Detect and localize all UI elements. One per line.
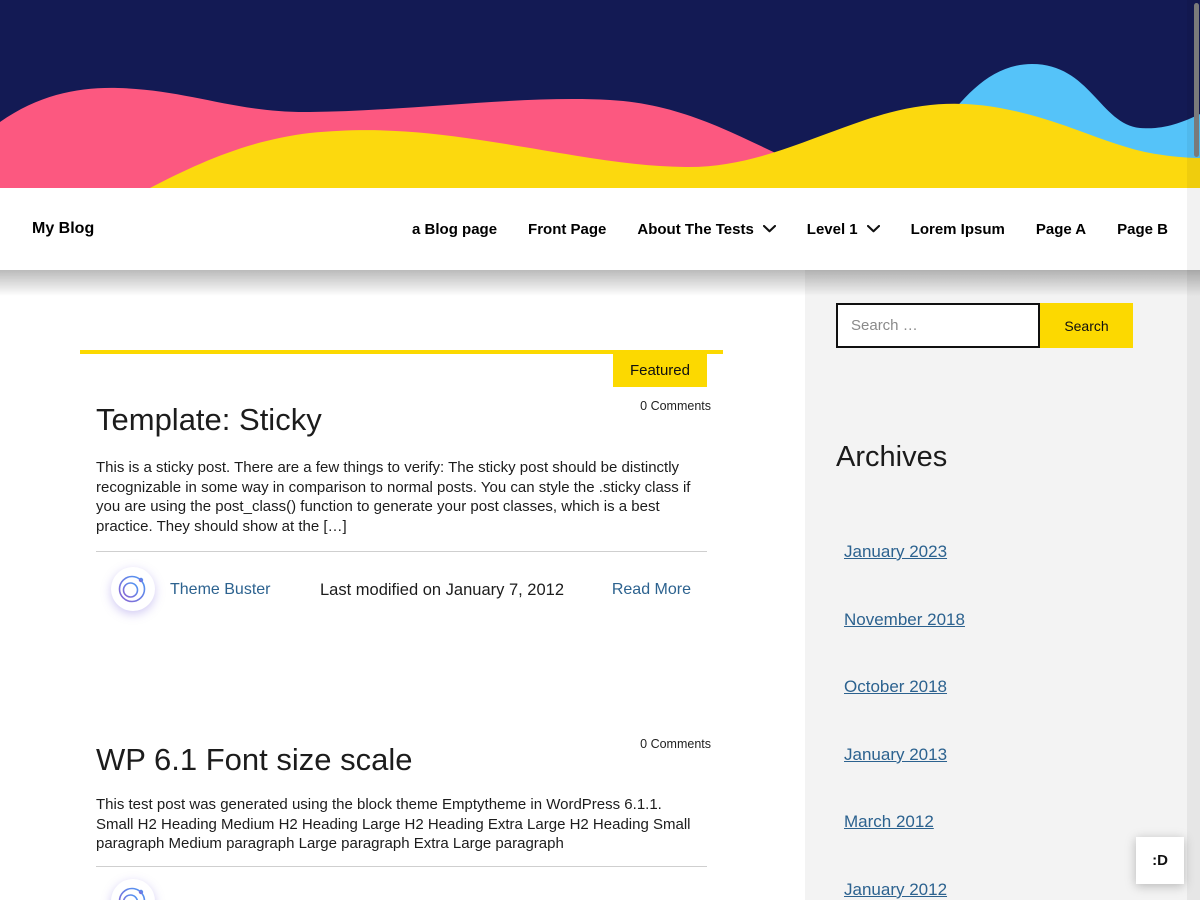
- read-more-link[interactable]: Read More: [612, 581, 691, 599]
- nav-menu: a Blog page Front Page About The Tests L…: [412, 188, 1168, 270]
- archive-link-march-2012[interactable]: March 2012: [844, 812, 934, 832]
- nav-item-page-a[interactable]: Page A: [1036, 221, 1086, 238]
- chevron-down-icon: [867, 225, 880, 233]
- post-excerpt: This test post was generated using the b…: [96, 795, 702, 854]
- archive-link-january-2023[interactable]: January 2023: [844, 542, 947, 562]
- post-template-sticky: Featured 0 Comments Template: Sticky Thi…: [80, 350, 723, 622]
- hero-header: [0, 0, 1200, 188]
- divider: [96, 866, 707, 867]
- divider: [96, 551, 707, 552]
- author-link[interactable]: Theme Buster: [170, 581, 270, 599]
- nav-item-label: Page A: [1036, 221, 1086, 238]
- spiral-logo-icon: [117, 885, 149, 900]
- spiral-logo-icon: [117, 573, 149, 605]
- comments-count[interactable]: 0 Comments: [640, 737, 711, 751]
- archive-link-november-2018[interactable]: November 2018: [844, 610, 965, 630]
- scrollbar-thumb[interactable]: [1194, 3, 1199, 157]
- nav-item-front-page[interactable]: Front Page: [528, 221, 606, 238]
- wave-decoration-icon: [0, 0, 1200, 188]
- sidebar: [805, 270, 1200, 900]
- nav-item-label: Front Page: [528, 221, 606, 238]
- search-button[interactable]: Search: [1040, 303, 1133, 348]
- search-input[interactable]: [836, 303, 1040, 348]
- comments-count[interactable]: 0 Comments: [640, 399, 711, 413]
- nav-item-label: Level 1: [807, 221, 858, 238]
- nav-item-a-blog-page[interactable]: a Blog page: [412, 221, 497, 238]
- featured-badge: Featured: [613, 354, 707, 387]
- nav-item-label: About The Tests: [637, 221, 753, 238]
- avatar[interactable]: [111, 567, 155, 611]
- archives-heading: Archives: [836, 441, 947, 474]
- archive-link-january-2012[interactable]: January 2012: [844, 880, 947, 900]
- archive-link-january-2013[interactable]: January 2013: [844, 745, 947, 765]
- top-nav: My Blog a Blog page Front Page About The…: [0, 188, 1200, 270]
- nav-item-label: Page B: [1117, 221, 1168, 238]
- nav-item-about-the-tests[interactable]: About The Tests: [637, 221, 775, 238]
- post-title[interactable]: Template: Sticky: [96, 402, 322, 438]
- avatar[interactable]: [111, 879, 155, 900]
- nav-item-lorem-ipsum[interactable]: Lorem Ipsum: [911, 221, 1005, 238]
- site-title-link[interactable]: My Blog: [32, 188, 94, 270]
- post-excerpt: This is a sticky post. There are a few t…: [96, 458, 702, 536]
- modified-date: Last modified on January 7, 2012: [320, 581, 564, 600]
- archive-link-october-2018[interactable]: October 2018: [844, 677, 947, 697]
- nav-item-label: Lorem Ipsum: [911, 221, 1005, 238]
- post-wp61-font-size-scale: 0 Comments WP 6.1 Font size scale This t…: [80, 737, 723, 900]
- emoji-feedback-button[interactable]: :D: [1136, 837, 1184, 884]
- post-title[interactable]: WP 6.1 Font size scale: [96, 742, 412, 778]
- chevron-down-icon: [763, 225, 776, 233]
- nav-item-label: a Blog page: [412, 221, 497, 238]
- nav-item-level-1[interactable]: Level 1: [807, 221, 880, 238]
- nav-item-page-b[interactable]: Page B: [1117, 221, 1168, 238]
